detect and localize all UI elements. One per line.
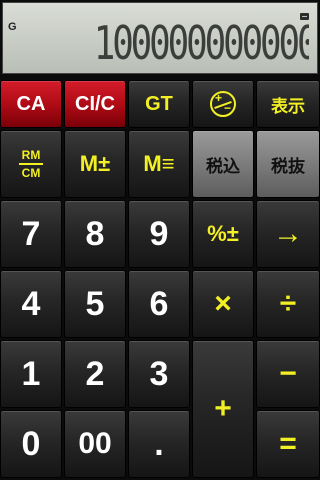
digit-3-button[interactable]: 3: [128, 340, 190, 408]
digit-7-button[interactable]: 7: [0, 200, 62, 268]
minus-button[interactable]: −: [256, 340, 320, 408]
digit-4-label: 4: [21, 284, 41, 323]
tax-exclude-label: 税抜: [271, 156, 305, 177]
gt-indicator: G: [8, 21, 17, 33]
equals-label: =: [279, 427, 297, 460]
tax-include-button[interactable]: 税込: [192, 130, 254, 198]
digit-7-label: 7: [21, 214, 41, 253]
multiply-button[interactable]: ×: [192, 270, 254, 338]
digit-0-button[interactable]: 0: [0, 410, 62, 478]
digit-2-button[interactable]: 2: [64, 340, 126, 408]
double-zero-button[interactable]: 00: [64, 410, 126, 478]
percent-button[interactable]: %±: [192, 200, 254, 268]
clear-entry-button[interactable]: CI/C: [64, 80, 126, 128]
equals-button[interactable]: =: [256, 410, 320, 478]
multiply-label: ×: [214, 287, 232, 320]
divide-button[interactable]: ÷: [256, 270, 320, 338]
rm-cm-button[interactable]: RM CM: [0, 130, 62, 198]
grand-total-label: GT: [145, 92, 173, 115]
digit-8-button[interactable]: 8: [64, 200, 126, 268]
tax-exclude-button[interactable]: 税抜: [256, 130, 320, 198]
double-zero-label: 00: [78, 427, 112, 460]
clear-entry-label: CI/C: [75, 92, 115, 115]
divide-label: ÷: [279, 287, 297, 320]
tax-include-label: 税込: [206, 156, 240, 177]
grand-total-button[interactable]: GT: [128, 80, 190, 128]
backspace-arrow-button[interactable]: →: [256, 200, 320, 268]
sign-change-button[interactable]: [192, 80, 254, 128]
clear-all-label: CA: [16, 92, 46, 115]
plus-label: +: [214, 392, 232, 425]
plus-button[interactable]: +: [192, 340, 254, 478]
digit-1-label: 1: [21, 354, 41, 393]
rm-label: RM: [21, 148, 41, 162]
digit-2-label: 2: [85, 354, 105, 393]
percent-label: %±: [207, 221, 239, 246]
keypad: CA CI/C GT 表示 RM CM M± M≡ 税込 税抜 7 8 9 %±…: [0, 80, 320, 480]
display-value: 100000000000: [93, 19, 309, 67]
memory-total-label: M≡: [143, 151, 175, 176]
cm-label: CM: [21, 166, 41, 180]
memory-total-button[interactable]: M≡: [128, 130, 190, 198]
rm-cm-label: RM CM: [19, 149, 43, 179]
digit-5-label: 5: [85, 284, 105, 323]
digit-0-label: 0: [21, 424, 41, 463]
digit-6-button[interactable]: 6: [128, 270, 190, 338]
right-arrow-icon: →: [273, 217, 303, 250]
display-mode-label: 表示: [271, 96, 305, 117]
clear-all-button[interactable]: CA: [0, 80, 62, 128]
digit-3-label: 3: [149, 354, 169, 393]
display-panel: G 100000000000: [2, 2, 318, 74]
digit-9-button[interactable]: 9: [128, 200, 190, 268]
memory-plus-minus-button[interactable]: M±: [64, 130, 126, 198]
minus-label: −: [279, 357, 297, 390]
digit-9-label: 9: [149, 214, 169, 253]
decimal-point-label: .: [154, 424, 164, 463]
memory-plus-minus-label: M±: [79, 151, 111, 176]
digit-8-label: 8: [85, 214, 105, 253]
decimal-point-button[interactable]: .: [128, 410, 190, 478]
digit-4-button[interactable]: 4: [0, 270, 62, 338]
plus-minus-icon: [210, 91, 236, 117]
digit-1-button[interactable]: 1: [0, 340, 62, 408]
display-mode-button[interactable]: 表示: [256, 80, 320, 128]
digit-6-label: 6: [149, 284, 169, 323]
digit-5-button[interactable]: 5: [64, 270, 126, 338]
